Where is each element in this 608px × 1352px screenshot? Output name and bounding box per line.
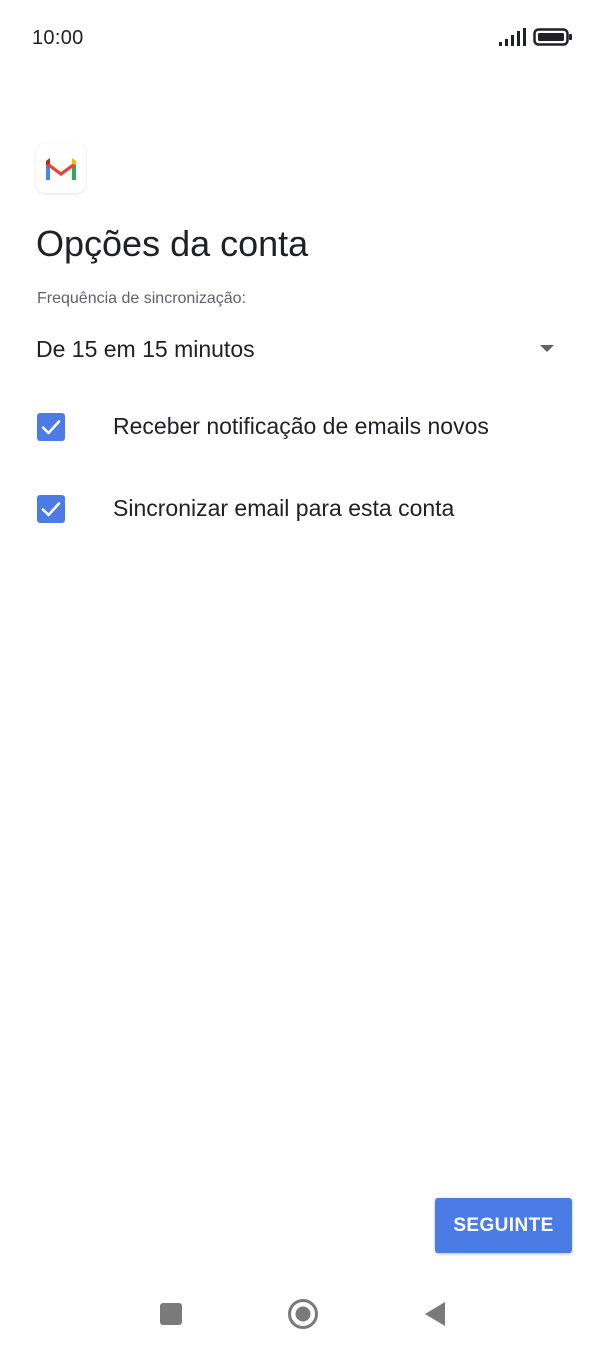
sync-email-checkbox[interactable] <box>37 495 65 523</box>
notify-new-emails-checkbox[interactable] <box>37 413 65 441</box>
dropdown-arrow-icon <box>540 345 554 352</box>
status-time: 10:00 <box>32 27 84 49</box>
page-title: Opções da conta <box>36 223 309 264</box>
checkmark-icon <box>41 420 61 435</box>
status-bar: 10:00 <box>0 0 608 76</box>
circle-home-icon[interactable] <box>287 1298 319 1330</box>
checkmark-icon <box>41 502 61 517</box>
battery-icon <box>533 28 572 46</box>
notify-new-emails-label: Receber notificação de emails novos <box>113 413 489 439</box>
square-recents-icon[interactable] <box>160 1303 182 1325</box>
cell-signal-icon <box>499 28 526 46</box>
gmail-logo-icon <box>36 143 86 193</box>
sync-frequency-label: Frequência de sincronização: <box>37 290 247 307</box>
sync-email-label: Sincronizar email para esta conta <box>113 495 455 521</box>
next-button[interactable]: SEGUINTE <box>435 1198 572 1253</box>
notify-new-emails-option[interactable]: Receber notificação de emails novos <box>36 405 572 449</box>
sync-frequency-dropdown[interactable]: De 15 em 15 minutos <box>36 328 572 372</box>
triangle-back-icon[interactable] <box>423 1301 447 1327</box>
navigation-bar <box>0 1276 608 1352</box>
sync-frequency-value: De 15 em 15 minutos <box>36 336 255 362</box>
sync-email-option[interactable]: Sincronizar email para esta conta <box>36 487 572 531</box>
